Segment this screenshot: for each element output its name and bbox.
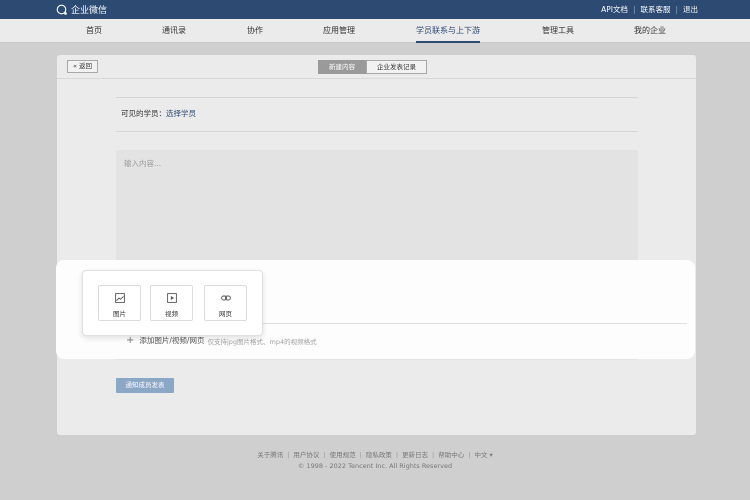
- media-type-popup: 图片 视频 网页: [82, 270, 263, 336]
- footer-link-privacy[interactable]: 隐私政策: [366, 451, 392, 459]
- copyright: © 1998 - 2022 Tencent Inc. All Rights Re…: [297, 462, 453, 470]
- footer-link-changelog[interactable]: 更新日志: [402, 451, 428, 459]
- wecom-logo-icon: [56, 4, 67, 15]
- footer-link-usage-rules[interactable]: 使用规范: [330, 451, 356, 459]
- add-media-label: 添加图片/视频/网页: [139, 336, 205, 345]
- separator: |: [468, 451, 471, 459]
- card-header: « 返回 新建内容 企业发表记录: [57, 55, 696, 79]
- api-docs-link[interactable]: API文档: [601, 4, 628, 15]
- separator: |: [632, 5, 636, 14]
- video-icon: [167, 293, 177, 303]
- nav-item-collaboration[interactable]: 协作: [247, 19, 263, 43]
- contact-support-link[interactable]: 联系客服: [640, 4, 670, 15]
- image-option-button[interactable]: 图片: [98, 285, 141, 321]
- video-option-label: 视频: [165, 310, 178, 318]
- select-students-link[interactable]: 选择学员: [166, 109, 196, 118]
- nav-item-contacts[interactable]: 通讯录: [162, 19, 186, 43]
- separator: |: [432, 451, 435, 459]
- image-option-label: 图片: [113, 310, 126, 318]
- visible-students-label: 可见的学员：: [121, 109, 166, 118]
- divider: [116, 97, 638, 98]
- language-selector[interactable]: 中文 ▾: [474, 451, 492, 459]
- main-nav: 首页 通讯录 协作 应用管理 学员联系与上下游 管理工具 我的企业: [0, 19, 750, 43]
- back-button[interactable]: « 返回: [67, 60, 98, 73]
- nav-item-my-enterprise[interactable]: 我的企业: [634, 19, 666, 43]
- nav-item-app-management[interactable]: 应用管理: [323, 19, 355, 43]
- nav-item-home[interactable]: 首页: [86, 19, 102, 43]
- separator: |: [359, 451, 362, 459]
- content-tabs: 新建内容 企业发表记录: [318, 60, 427, 74]
- top-bar: 企业微信 API文档 | 联系客服 | 退出: [0, 0, 750, 19]
- footer-link-about[interactable]: 关于腾讯: [257, 451, 283, 459]
- image-icon: [115, 293, 125, 303]
- brand-name: 企业微信: [71, 6, 108, 16]
- add-media-hint: 仅支持jpg图片格式、mp4的视频格式: [207, 337, 317, 346]
- video-option-button[interactable]: 视频: [150, 285, 193, 321]
- logout-link[interactable]: 退出: [683, 4, 698, 15]
- plus-icon: +: [126, 335, 135, 346]
- nav-item-management-tools[interactable]: 管理工具: [542, 19, 574, 43]
- separator: |: [395, 451, 399, 459]
- divider: [116, 131, 638, 132]
- visible-students-row: 可见的学员：选择学员: [121, 108, 196, 119]
- footer-links: 关于腾讯 | 用户协议 | 使用规范 | 隐私政策 | 更新日志 | 帮助中心 | 中文 ▾: [0, 449, 750, 459]
- footer-link-help[interactable]: 帮助中心: [438, 451, 464, 459]
- brand[interactable]: 企业微信: [56, 2, 107, 17]
- nav-item-student-contact[interactable]: 学员联系与上下游: [416, 19, 480, 43]
- separator: |: [323, 451, 326, 459]
- content-card: « 返回 新建内容 企业发表记录 可见的学员：选择学员 通知成员发表: [57, 55, 696, 435]
- footer-link-user-agreement[interactable]: 用户协议: [293, 451, 319, 459]
- separator: |: [675, 5, 678, 14]
- separator: |: [287, 451, 290, 459]
- add-media-button[interactable]: + 添加图片/视频/网页 仅支持jpg图片格式、mp4的视频格式: [126, 335, 317, 346]
- webpage-option-button[interactable]: 网页: [204, 285, 247, 321]
- link-icon: [221, 295, 231, 301]
- webpage-option-label: 网页: [219, 310, 232, 318]
- top-links: API文档 | 联系客服 | 退出: [601, 0, 698, 19]
- notify-publish-button[interactable]: 通知成员发表: [116, 378, 174, 393]
- tab-new-content[interactable]: 新建内容: [318, 60, 366, 74]
- tab-publish-records[interactable]: 企业发表记录: [366, 60, 427, 74]
